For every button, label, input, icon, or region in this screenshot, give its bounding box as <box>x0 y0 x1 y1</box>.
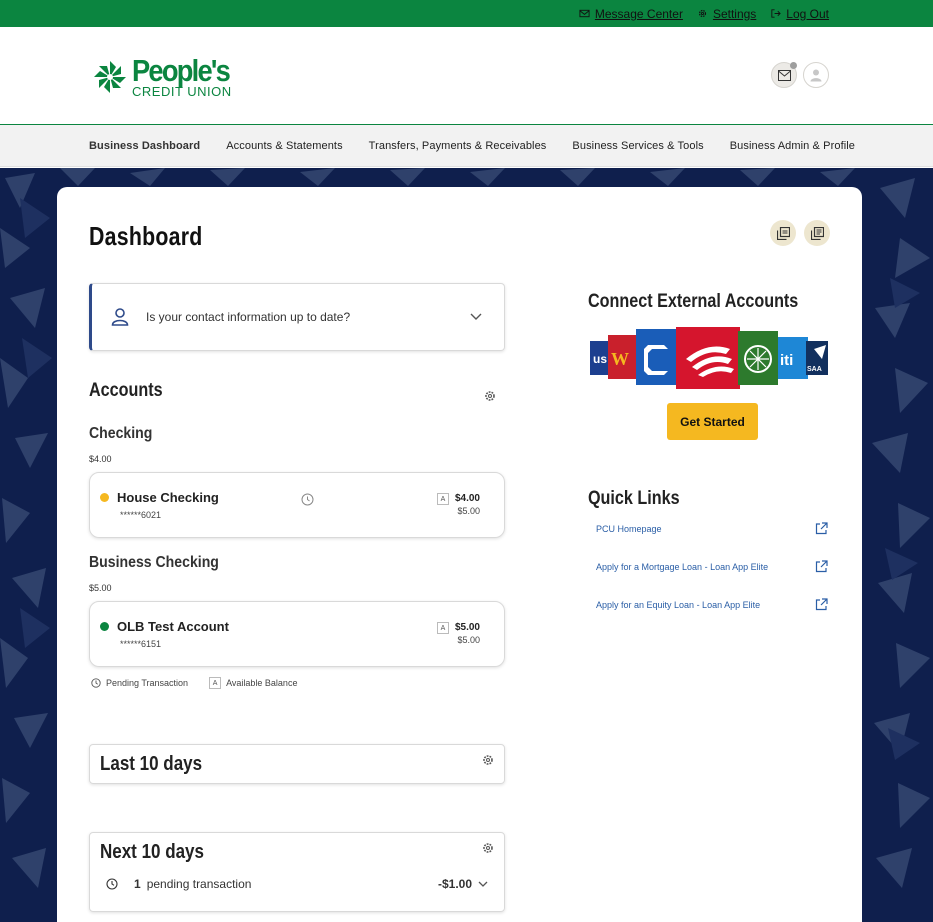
account-name: House Checking <box>117 490 219 505</box>
svg-text:W: W <box>611 349 629 369</box>
widget-list-button[interactable] <box>804 220 830 246</box>
message-center-link[interactable]: Message Center <box>579 7 683 21</box>
notes-icon <box>810 226 824 240</box>
pinwheel-logo-icon <box>94 60 126 93</box>
usaa-logo-text: us <box>593 352 607 366</box>
notification-dot <box>790 62 797 69</box>
quick-link-item[interactable]: Apply for a Mortgage Loan - Loan App Eli… <box>596 560 828 573</box>
logout-icon <box>771 9 782 18</box>
settings-label: Settings <box>712 6 757 21</box>
chevron-down-icon[interactable] <box>470 313 482 321</box>
last-10-days-widget: Last 10 days <box>89 744 505 784</box>
account-status-dot <box>100 622 109 631</box>
usaa-eagle-logo-icon: SAA <box>806 341 828 375</box>
dashboard-card: Dashboard Is your contact information up… <box>57 187 862 922</box>
page-title: Dashboard <box>89 221 203 251</box>
account-card-olb-test[interactable]: OLB Test Account ******6151 A $5.00 $5.0… <box>89 601 505 667</box>
messages-button[interactable] <box>771 62 797 88</box>
envelope-icon <box>777 69 791 81</box>
fidelity-logo-icon <box>738 331 778 385</box>
site-header: People's CREDIT UNION <box>0 27 933 125</box>
available-balance-badge: A <box>437 622 449 634</box>
utility-bar: Message Center Settings Log Out <box>0 0 933 27</box>
wells-fargo-logo-icon: W <box>608 335 638 379</box>
contact-info-prompt[interactable]: Is your contact information up to date? <box>89 283 505 351</box>
available-balance-badge: A <box>437 493 449 505</box>
customize-layout-button[interactable] <box>770 220 796 246</box>
gear-icon <box>698 9 707 18</box>
brand-logo[interactable]: People's CREDIT UNION <box>92 55 242 98</box>
usaa-eagle-logo-text: SAA <box>807 366 822 373</box>
quick-link-label: Apply for an Equity Loan - Loan App Elit… <box>596 599 761 610</box>
contact-prompt-text: Is your contact information up to date? <box>146 310 351 324</box>
external-link-icon <box>815 522 828 535</box>
bank-of-america-logo-icon <box>676 327 740 389</box>
nav-business-dashboard[interactable]: Business Dashboard <box>89 140 200 152</box>
person-icon <box>111 308 129 326</box>
legend-available-badge: A <box>209 677 222 689</box>
pending-count: 1 <box>134 877 141 891</box>
widget-settings-gear-icon[interactable] <box>482 842 494 854</box>
pending-transactions-row[interactable]: 1 pending transaction -$1.00 <box>106 877 488 891</box>
nav-accounts-statements[interactable]: Accounts & Statements <box>226 140 342 152</box>
pending-clock-icon <box>301 493 314 506</box>
message-center-label: Message Center <box>594 6 683 21</box>
quick-link-label: Apply for a Mortgage Loan - Loan App Eli… <box>596 561 769 572</box>
account-available-balance: $5.00 <box>457 635 480 645</box>
account-available-balance: $5.00 <box>457 506 480 516</box>
nav-business-admin[interactable]: Business Admin & Profile <box>730 140 855 152</box>
next-10-days-widget: Next 10 days 1 pending transaction -$1.0… <box>89 832 505 912</box>
nav-transfers-payments[interactable]: Transfers, Payments & Receivables <box>369 140 547 152</box>
nav-business-services[interactable]: Business Services & Tools <box>572 140 703 152</box>
profile-button[interactable] <box>803 62 829 88</box>
settings-link[interactable]: Settings <box>697 7 756 21</box>
account-balance: $4.00 <box>454 493 480 504</box>
get-started-button[interactable]: Get Started <box>667 403 758 440</box>
quick-links-heading: Quick Links <box>588 488 680 509</box>
quick-link-item[interactable]: Apply for an Equity Loan - Loan App Elit… <box>596 598 828 611</box>
widget-title: Next 10 days <box>100 841 204 863</box>
chase-logo-icon <box>636 329 680 385</box>
user-avatar-icon <box>810 69 822 82</box>
log-out-link[interactable]: Log Out <box>770 7 829 21</box>
widget-settings-gear-icon[interactable] <box>482 754 494 766</box>
accounts-heading: Accounts <box>89 380 163 401</box>
chevron-down-icon[interactable] <box>478 881 488 888</box>
external-link-icon <box>815 598 828 611</box>
quick-link-label: PCU Homepage <box>596 523 662 534</box>
pending-clock-icon <box>91 678 101 688</box>
external-link-icon <box>815 560 828 573</box>
citi-logo-icon: iti <box>778 337 808 379</box>
legend-pending-label: Pending Transaction <box>106 678 189 688</box>
accounts-settings-gear-icon[interactable] <box>484 390 496 402</box>
citi-logo-text: iti <box>780 352 793 369</box>
account-status-dot <box>100 493 109 502</box>
checking-group-total: $4.00 <box>89 454 112 464</box>
checking-group-heading: Checking <box>89 425 153 442</box>
header-actions <box>771 62 829 88</box>
pending-amount: -$1.00 <box>437 877 472 891</box>
accounts-legend: Pending Transaction A Available Balance <box>91 677 297 689</box>
main-navigation: Business Dashboard Accounts & Statements… <box>0 125 933 167</box>
widget-title: Last 10 days <box>100 753 203 775</box>
business-checking-group-heading: Business Checking <box>89 554 219 571</box>
bank-logos-carousel: us W iti SAA <box>590 327 828 389</box>
log-out-label: Log Out <box>786 6 829 21</box>
brand-name: People's <box>132 53 231 88</box>
quick-link-item[interactable]: PCU Homepage <box>596 522 828 535</box>
envelope-icon <box>579 9 590 18</box>
account-name: OLB Test Account <box>117 619 229 634</box>
clock-icon <box>106 878 118 890</box>
account-number: ******6021 <box>120 510 162 520</box>
account-card-house-checking[interactable]: House Checking ******6021 A $4.00 $5.00 <box>89 472 505 538</box>
external-accounts-heading: Connect External Accounts <box>588 291 799 312</box>
layout-copy-icon <box>776 226 790 240</box>
account-balance: $5.00 <box>454 622 480 633</box>
business-checking-group-total: $5.00 <box>89 583 112 593</box>
legend-available-label: Available Balance <box>226 678 298 688</box>
pending-label: pending transaction <box>146 877 252 891</box>
title-actions <box>770 220 830 246</box>
account-number: ******6151 <box>120 639 162 649</box>
